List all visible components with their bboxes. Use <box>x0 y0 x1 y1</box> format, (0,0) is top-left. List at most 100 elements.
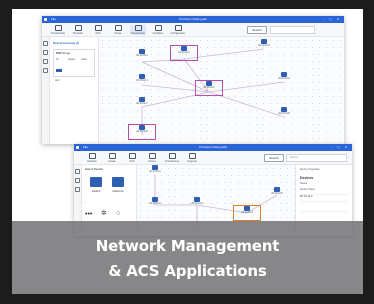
group-title: MMP Group <box>56 52 70 55</box>
server-icon <box>139 125 145 130</box>
search-button[interactable]: Search <box>247 26 267 34</box>
properties-heading: Device Properties <box>300 168 320 171</box>
front-titlebar: File Provision Node pack – ▢ ✕ <box>74 144 352 151</box>
ribbon-button[interactable]: Provision <box>70 25 86 35</box>
window-controls[interactable]: – ▢ ✕ <box>322 16 341 23</box>
server-icon <box>139 74 145 79</box>
device-node[interactable]: ZC 10.12.2 <box>142 197 168 211</box>
properties-title: Devices <box>300 176 314 180</box>
ribbon-icon <box>94 25 102 31</box>
ribbon-icon <box>134 25 142 31</box>
group-field: ID <box>56 58 59 61</box>
properties-row[interactable]: ZC 10.12.3 <box>300 195 348 202</box>
ribbon-button[interactable]: Create <box>104 153 120 163</box>
search-input[interactable] <box>270 26 315 34</box>
device-node-selected[interactable]: ZC 10.12.4 <box>233 205 261 221</box>
ribbon-button[interactable]: Route <box>110 25 126 35</box>
server-icon <box>152 197 158 202</box>
group-field: Value <box>81 58 88 61</box>
more-icon[interactable]: ••• <box>85 211 92 219</box>
home-icon[interactable] <box>43 41 48 46</box>
server-icon <box>261 39 267 44</box>
ribbon-icon <box>188 153 196 159</box>
properties-status: Status <box>300 182 308 185</box>
devices-icon[interactable] <box>43 50 48 55</box>
search-icon[interactable]: ⌕ <box>85 201 86 204</box>
server-icon <box>139 49 145 54</box>
group-field: Status <box>68 58 76 61</box>
search-input[interactable]: Search... <box>286 154 347 162</box>
server-icon <box>194 197 200 202</box>
property-label: Device Name <box>300 188 316 191</box>
ribbon-icon <box>54 25 62 31</box>
property-value: ZC 10.12.3 <box>300 195 313 198</box>
device-node[interactable]: ZC 10.12.3 <box>251 39 277 53</box>
window-title: Provision Node pack <box>179 17 207 21</box>
group-card[interactable]: MMP Group ID Status Value <box>53 49 95 77</box>
ribbon-button-active[interactable]: Provisioning <box>130 25 146 35</box>
panel-heading: Node Provisioning (3) <box>53 42 79 45</box>
ribbon-button[interactable]: Ungroup <box>184 153 200 163</box>
device-node[interactable]: ZC 10.12.5 <box>264 187 290 201</box>
ribbon-button[interactable]: ACS <box>90 25 106 35</box>
circle-icon[interactable]: ○ <box>116 210 120 218</box>
network-icon[interactable] <box>112 177 124 187</box>
hub-icon[interactable]: ✲ <box>101 210 107 218</box>
device-node[interactable]: ZC 10.12.6 <box>271 72 297 86</box>
server-icon <box>181 46 187 51</box>
server-icon <box>139 97 145 102</box>
window-title: Provision Node pack <box>199 145 227 149</box>
left-nav-bar <box>42 37 50 144</box>
device-node[interactable]: ZC 10.12.1 <box>142 165 168 179</box>
device-node[interactable]: ZC 10.12.4 <box>129 74 155 88</box>
back-app-window: File Provision Node pack – ▢ ✕ Provision… <box>42 16 344 144</box>
list-icon[interactable] <box>43 68 48 73</box>
ribbon-button[interactable]: Provisioning <box>50 25 66 35</box>
server-icon <box>274 187 280 192</box>
server-icon <box>152 165 158 170</box>
ribbon-button[interactable]: ACS <box>124 153 140 163</box>
settings-icon[interactable] <box>75 187 80 192</box>
server-icon <box>281 72 287 77</box>
window-controls[interactable]: – ▢ ✕ <box>330 144 349 151</box>
search-button[interactable]: Search <box>264 154 284 162</box>
add-link[interactable]: Add <box>55 79 59 82</box>
ribbon-button[interactable]: Provisioning <box>164 153 180 163</box>
group-chip <box>56 69 62 72</box>
topology-canvas[interactable]: ZC 10.12.1 ZC 10.12.2 ZC 10.12.3 ZC 10.1… <box>99 37 344 144</box>
banner-line-2: & ACS Applications <box>108 262 267 280</box>
ribbon-icon <box>154 25 162 31</box>
ribbon-icon <box>174 25 182 31</box>
ribbon-button[interactable]: Configure <box>150 25 166 35</box>
device-node-selected[interactable]: ZC 10.12.9 <box>128 124 156 140</box>
caption-banner: Network Management & ACS Applications <box>12 221 363 294</box>
server-icon <box>244 206 250 211</box>
ribbon-icon <box>74 25 82 31</box>
ribbon-icon <box>114 25 122 31</box>
devices-icon[interactable] <box>75 178 80 183</box>
switch-icon[interactable] <box>90 177 102 187</box>
device-node[interactable]: ZC 10.12.3 <box>184 197 210 211</box>
ribbon-icon <box>128 153 136 159</box>
properties-row[interactable] <box>300 205 348 212</box>
back-ribbon: Provisioning Provision ACS Route Provisi… <box>42 23 344 37</box>
settings-icon[interactable] <box>43 59 48 64</box>
device-node-selected[interactable]: ZC 10.12.5 <box>195 80 223 96</box>
ribbon-icon <box>88 153 96 159</box>
ribbon-button[interactable]: Access <box>144 153 160 163</box>
device-node[interactable]: ZC 10.12.1 <box>129 49 155 63</box>
device-node[interactable]: ZC 10.12.7 <box>129 97 155 111</box>
ribbon-icon <box>168 153 176 159</box>
home-icon[interactable] <box>75 169 80 174</box>
device-node-selected[interactable]: ZC 10.12.2 <box>170 45 198 61</box>
palette-label-network: Network <box>112 189 124 193</box>
device-node[interactable]: ZC 10.12.8 <box>271 107 297 121</box>
properties-row[interactable]: Device Name <box>300 188 348 195</box>
banner-line-1: Network Management <box>95 237 280 255</box>
server-icon <box>281 107 287 112</box>
ribbon-button[interactable]: Configuration <box>170 25 186 35</box>
front-ribbon: Network Create ACS Access Provisioning U… <box>74 151 352 165</box>
ribbon-icon <box>148 153 156 159</box>
panel-heading: Search Results <box>85 168 104 171</box>
ribbon-button[interactable]: Network <box>84 153 100 163</box>
